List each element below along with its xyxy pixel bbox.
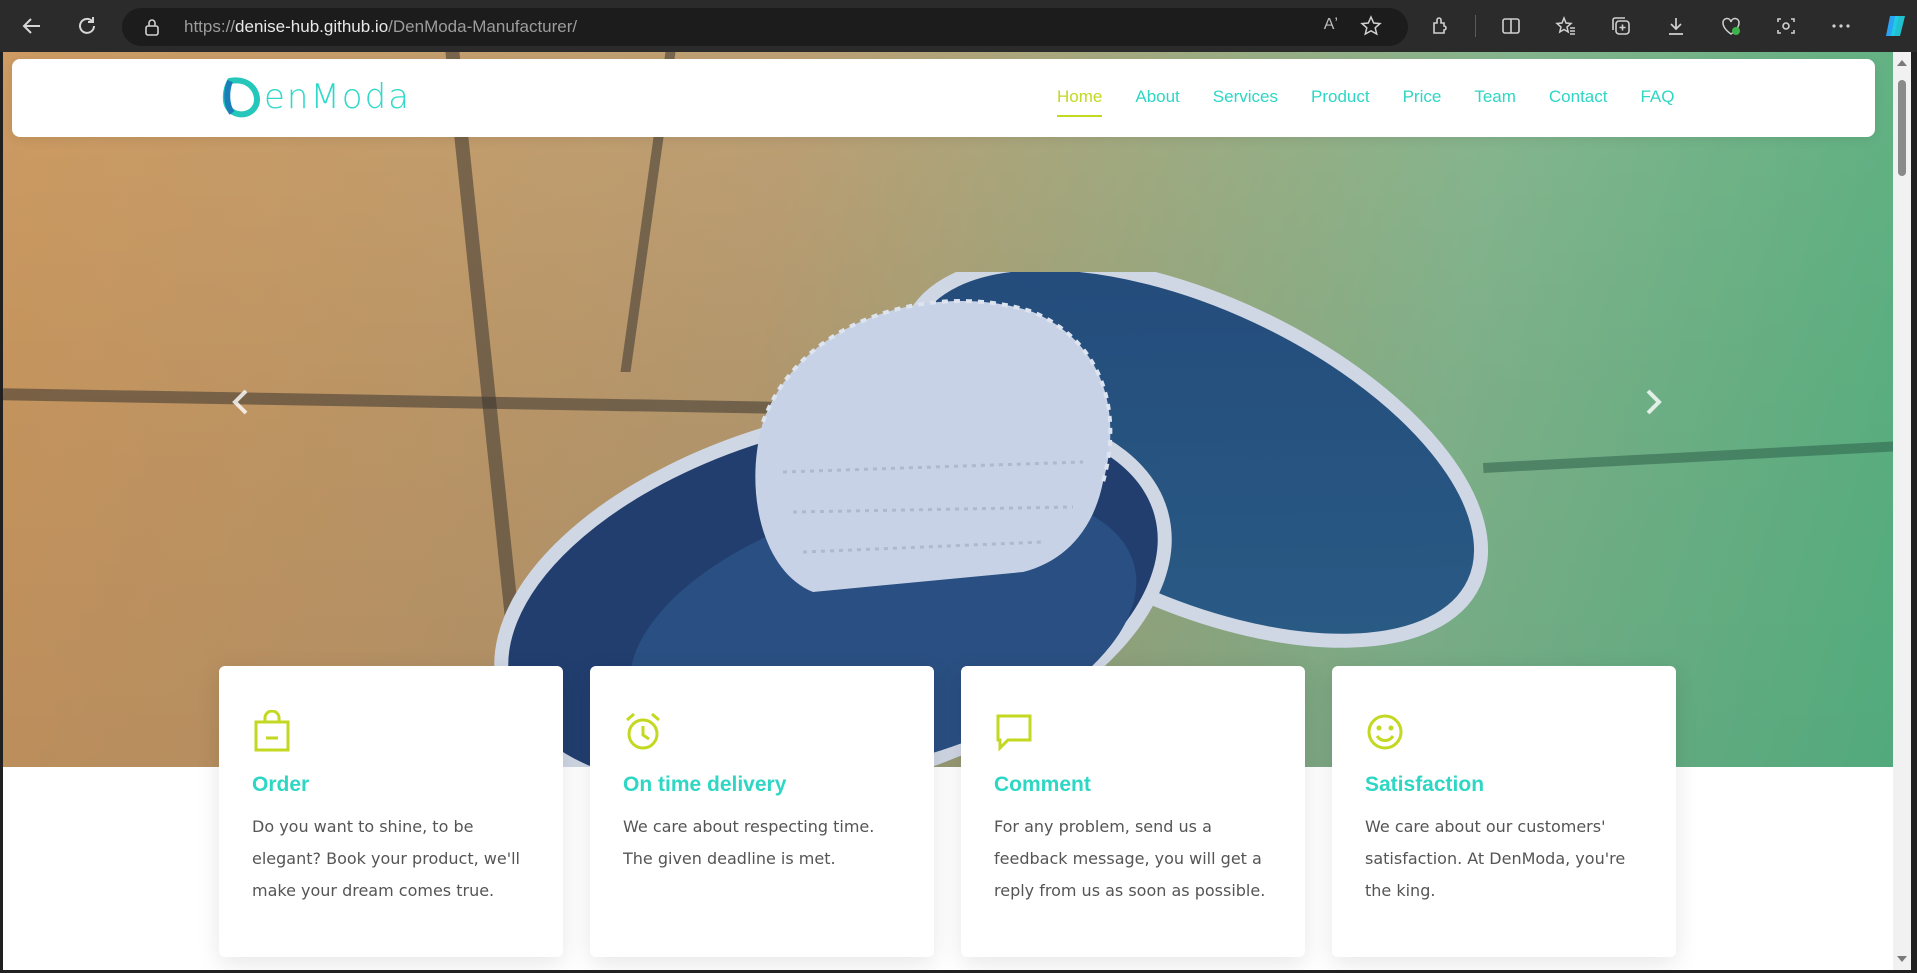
- nav-home[interactable]: Home: [1057, 87, 1103, 117]
- feature-text: Do you want to shine, to be elegant? Boo…: [252, 817, 520, 900]
- copilot-icon[interactable]: [1876, 6, 1916, 46]
- reload-button[interactable]: [67, 6, 107, 46]
- smiley-icon: [1367, 714, 1403, 750]
- feature-cards: Order Do you want to shine, to be elegan…: [219, 666, 1703, 957]
- scroll-up-arrow[interactable]: [1897, 60, 1907, 66]
- chat-bubble-icon: [996, 714, 1032, 752]
- url-text[interactable]: https://denise-hub.github.io/DenModa-Man…: [184, 17, 577, 37]
- extensions-icon[interactable]: [1420, 6, 1460, 46]
- feature-title: Satisfaction: [1365, 773, 1485, 796]
- browser-essentials-icon[interactable]: [1711, 6, 1751, 46]
- collections-icon[interactable]: [1601, 6, 1641, 46]
- back-button[interactable]: [12, 6, 52, 46]
- feature-text: For any problem, send us a feedback mess…: [994, 817, 1266, 900]
- chevron-left-icon: [232, 389, 248, 415]
- download-icon[interactable]: [1656, 6, 1696, 46]
- feature-card-order: Order Do you want to shine, to be elegan…: [219, 666, 563, 957]
- site-logo[interactable]: enModa: [222, 75, 411, 119]
- split-screen-icon[interactable]: [1491, 6, 1531, 46]
- nav-faq[interactable]: FAQ: [1640, 87, 1674, 117]
- browser-toolbar: https://denise-hub.github.io/DenModa-Man…: [0, 0, 1917, 52]
- nav-product[interactable]: Product: [1311, 87, 1370, 117]
- feature-title: On time delivery: [623, 773, 787, 796]
- address-bar[interactable]: https://denise-hub.github.io/DenModa-Man…: [122, 8, 1408, 46]
- main-nav: Home About Services Product Price Team C…: [1057, 87, 1708, 117]
- tile-line: [1483, 441, 1893, 473]
- feature-title: Order: [252, 773, 310, 796]
- feature-text: We care about respecting time. The given…: [623, 817, 875, 868]
- carousel-prev-button[interactable]: [221, 382, 261, 422]
- toolbar-separator: [1475, 15, 1476, 37]
- nav-services[interactable]: Services: [1213, 87, 1278, 117]
- page-scrollbar[interactable]: [1893, 52, 1911, 970]
- logo-mark-icon: [222, 77, 260, 118]
- feature-title: Comment: [994, 773, 1091, 796]
- feature-card-delivery: On time delivery We care about respectin…: [590, 666, 934, 957]
- feature-card-satisfaction: Satisfaction We care about our customers…: [1332, 666, 1676, 957]
- lock-icon: [144, 18, 160, 41]
- screenshot-icon[interactable]: [1766, 6, 1806, 46]
- page-viewport: enModa Home About Services Product Price…: [3, 52, 1893, 970]
- feature-text: We care about our customers' satisfactio…: [1365, 817, 1626, 900]
- read-aloud-icon[interactable]: Aʼ: [1324, 16, 1338, 34]
- site-header: enModa Home About Services Product Price…: [12, 59, 1875, 137]
- shopping-bag-icon: [254, 709, 290, 752]
- nav-price[interactable]: Price: [1403, 87, 1442, 117]
- reload-icon: [79, 17, 95, 34]
- nav-about[interactable]: About: [1135, 87, 1179, 117]
- chevron-right-icon: [1646, 389, 1662, 415]
- arrow-left-icon: [22, 18, 40, 34]
- feature-card-comment: Comment For any problem, send us a feedb…: [961, 666, 1305, 957]
- nav-team[interactable]: Team: [1474, 87, 1516, 117]
- scrollbar-thumb[interactable]: [1898, 80, 1906, 176]
- nav-contact[interactable]: Contact: [1549, 87, 1608, 117]
- favorites-icon[interactable]: [1546, 6, 1586, 46]
- alarm-clock-icon: [626, 712, 660, 750]
- logo-text: enModa: [264, 77, 412, 117]
- carousel-next-button[interactable]: [1633, 382, 1673, 422]
- scroll-down-arrow[interactable]: [1897, 956, 1907, 962]
- more-options-icon[interactable]: [1821, 6, 1861, 46]
- favorite-star-icon[interactable]: [1360, 15, 1382, 42]
- hero-carousel: [3, 52, 1893, 767]
